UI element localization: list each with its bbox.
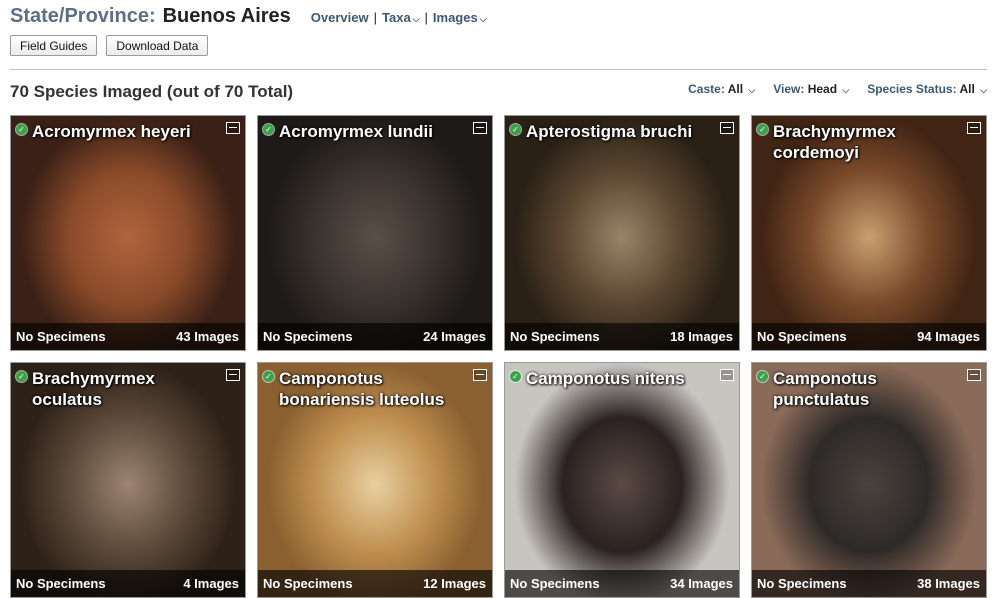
image-count: 24 Images xyxy=(423,329,486,344)
species-name: Brachymyrmex oculatus xyxy=(32,369,155,409)
specimen-count: No Specimens xyxy=(263,329,353,344)
page-title-prefix: State/Province: xyxy=(10,5,156,27)
species-card[interactable]: ✓ Apterostigma bruchi No Specimens 18 Ima… xyxy=(504,115,740,351)
specimen-photo xyxy=(11,116,245,350)
species-card[interactable]: ✓ Camponotus nitens No Specimens 34 Image… xyxy=(504,362,740,598)
card-footer: No Specimens 94 Images xyxy=(752,323,986,350)
species-name: Brachymyrmex cordemoyi xyxy=(773,122,896,162)
nav-separator: | xyxy=(373,10,378,25)
specimen-photo xyxy=(505,116,739,350)
species-name: Camponotus bonariensis luteolus xyxy=(279,369,445,409)
expand-icon[interactable] xyxy=(720,369,734,381)
species-card[interactable]: ✓ Brachymyrmex oculatus No Specimens 4 Im… xyxy=(10,362,246,598)
card-footer: No Specimens 43 Images xyxy=(11,323,245,350)
species-name: Acromyrmex lundii xyxy=(279,122,433,141)
filter-label: View: xyxy=(773,82,805,96)
species-card[interactable]: ✓ Camponotus bonariensis luteolus No Spe… xyxy=(257,362,493,598)
specimen-count: No Specimens xyxy=(16,329,106,344)
filter-caste[interactable]: Caste: All ⌵ xyxy=(688,82,755,96)
specimen-photo xyxy=(258,116,492,350)
filter-view[interactable]: View: Head ⌵ xyxy=(773,82,849,96)
nav-taxa-label: Taxa xyxy=(382,10,411,25)
nav-separator: | xyxy=(424,10,428,25)
card-footer: No Specimens 12 Images xyxy=(258,570,492,597)
check-icon: ✓ xyxy=(263,371,274,382)
specimen-count: No Specimens xyxy=(510,329,600,344)
specimen-count: No Specimens xyxy=(16,576,106,591)
image-count: 12 Images xyxy=(423,576,486,591)
image-count: 38 Images xyxy=(917,576,980,591)
expand-icon[interactable] xyxy=(967,122,981,134)
species-name: Acromyrmex heyeri xyxy=(32,122,191,141)
chevron-down-icon: ⌵ xyxy=(980,85,987,95)
card-footer: No Specimens 34 Images xyxy=(505,570,739,597)
species-name: Apterostigma bruchi xyxy=(526,122,693,141)
chevron-down-icon: ⌵ xyxy=(748,85,756,95)
nav-images-link[interactable]: Images ⌵ xyxy=(433,10,487,25)
expand-icon[interactable] xyxy=(473,369,487,381)
filter-species-status[interactable]: Species Status: All ⌵ xyxy=(867,82,987,96)
page-nav: Overview | Taxa ⌵ | Images ⌵ xyxy=(311,10,487,25)
specimen-count: No Specimens xyxy=(263,576,353,591)
chevron-down-icon: ⌵ xyxy=(412,14,420,24)
check-icon: ✓ xyxy=(757,124,768,135)
expand-icon[interactable] xyxy=(226,369,240,381)
check-icon: ✓ xyxy=(263,124,274,135)
nav-taxa-link[interactable]: Taxa ⌵ xyxy=(382,10,420,25)
filter-value: All xyxy=(959,82,975,96)
chevron-down-icon: ⌵ xyxy=(842,85,850,95)
specimen-count: No Specimens xyxy=(510,576,600,591)
filter-value: All xyxy=(727,82,744,96)
image-count: 18 Images xyxy=(670,329,733,344)
image-count: 34 Images xyxy=(670,576,733,591)
check-icon: ✓ xyxy=(757,371,768,382)
expand-icon[interactable] xyxy=(226,122,240,134)
image-count: 94 Images xyxy=(917,329,980,344)
species-card[interactable]: ✓ Acromyrmex lundii No Specimens 24 Image… xyxy=(257,115,493,351)
expand-icon[interactable] xyxy=(473,122,487,134)
filter-label: Caste: xyxy=(688,82,725,96)
card-footer: No Specimens 38 Images xyxy=(752,570,986,597)
species-card[interactable]: ✓ Acromyrmex heyeri No Specimens 43 Image… xyxy=(10,115,246,351)
check-icon: ✓ xyxy=(510,371,521,382)
filter-value: Head xyxy=(807,82,838,96)
expand-icon[interactable] xyxy=(967,369,981,381)
specimen-photo xyxy=(505,363,739,597)
specimen-count: No Specimens xyxy=(757,329,847,344)
chevron-down-icon: ⌵ xyxy=(479,14,487,24)
divider xyxy=(10,69,987,70)
page-header: State/Province: Buenos Aires Overview | … xyxy=(10,5,487,31)
filter-bar: Caste: All ⌵ View: Head ⌵ Species Status… xyxy=(688,82,987,96)
image-count: 4 Images xyxy=(183,576,239,591)
results-summary: 70 Species Imaged (out of 70 Total) xyxy=(10,82,294,101)
image-count: 43 Images xyxy=(176,329,239,344)
species-card[interactable]: ✓ Brachymyrmex cordemoyi No Specimens 94 … xyxy=(751,115,987,351)
specimen-count: No Specimens xyxy=(757,576,847,591)
check-icon: ✓ xyxy=(16,371,27,382)
field-guides-button[interactable]: Field Guides xyxy=(10,35,98,56)
card-footer: No Specimens 18 Images xyxy=(505,323,739,350)
species-name: Camponotus nitens xyxy=(526,369,685,388)
nav-overview-link[interactable]: Overview xyxy=(311,10,369,25)
card-footer: No Specimens 4 Images xyxy=(11,570,245,597)
filter-label: Species Status: xyxy=(867,82,957,96)
species-card[interactable]: ✓ Camponotus punctulatus No Specimens 38 … xyxy=(751,362,987,598)
species-name: Camponotus punctulatus xyxy=(773,369,877,409)
action-buttons: Field Guides Download Data xyxy=(10,35,209,56)
card-footer: No Specimens 24 Images xyxy=(258,323,492,350)
expand-icon[interactable] xyxy=(720,122,734,134)
check-icon: ✓ xyxy=(510,124,521,135)
check-icon: ✓ xyxy=(16,124,27,135)
page-title: Buenos Aires xyxy=(162,5,291,27)
nav-images-label: Images xyxy=(432,10,478,25)
download-data-button[interactable]: Download Data xyxy=(106,35,209,56)
